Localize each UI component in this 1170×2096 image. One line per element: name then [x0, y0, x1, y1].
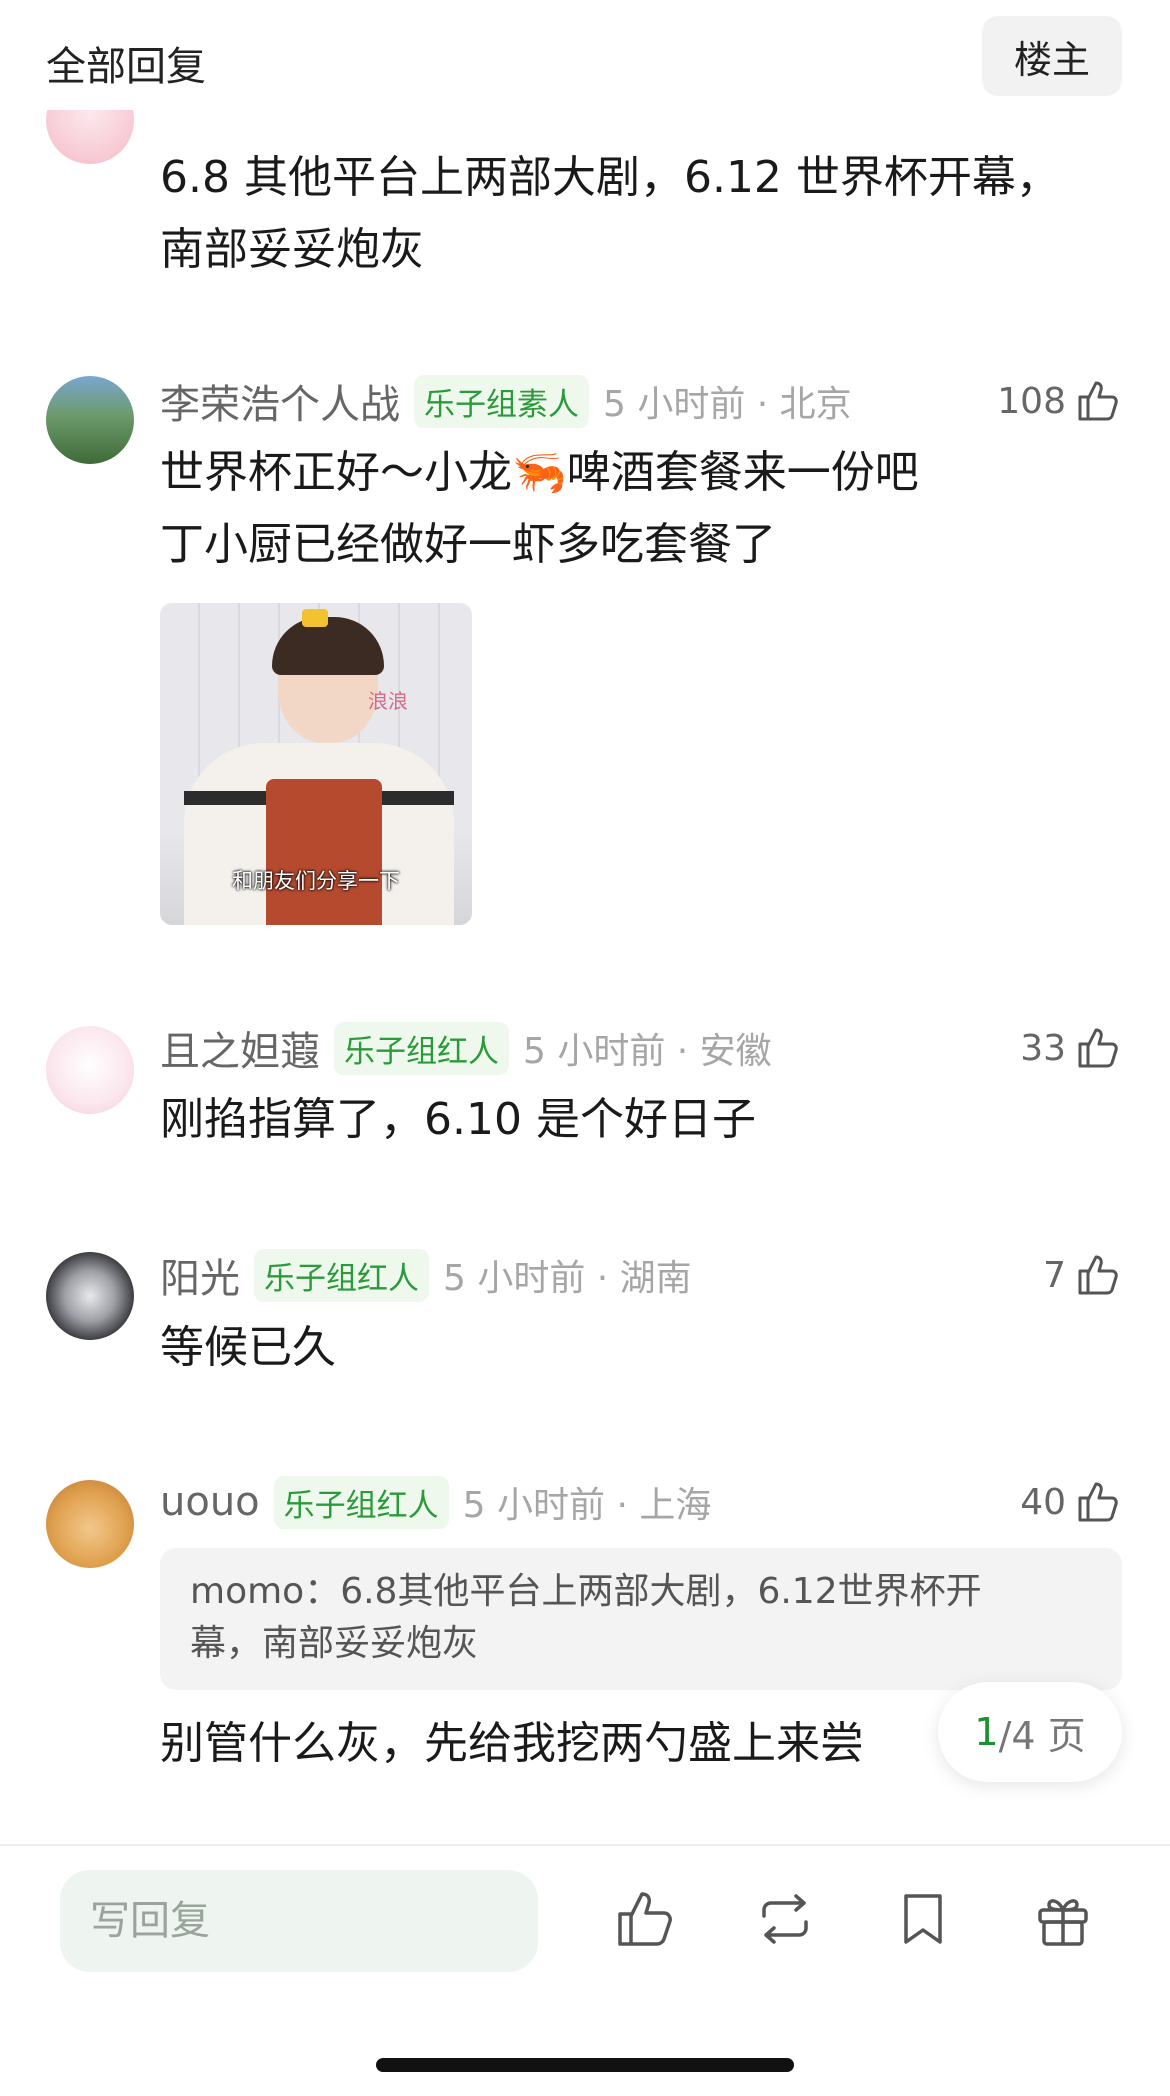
status-badge: 乐子组素人 [414, 374, 589, 428]
thumbs-up-icon [1078, 381, 1118, 421]
timestamp: 5 小时前 · 北京 [603, 384, 852, 425]
avatar[interactable] [46, 1026, 134, 1114]
image-logo-text: 浪浪 [368, 689, 408, 713]
comment-text: 刚掐指算了，6.10 是个好日子 [160, 1094, 756, 1145]
thumbs-up-icon [1078, 1255, 1118, 1295]
username[interactable]: 李荣浩个人战 [160, 372, 400, 430]
quoted-comment[interactable]: momo：6.8其他平台上两部大剧，6.12世界杯开 幕，南部妥妥炮灰 [160, 1548, 1122, 1690]
page-title: 全部回复 [46, 44, 206, 90]
like-button[interactable]: 108 [997, 373, 1122, 429]
like-button[interactable]: 33 [1020, 1020, 1122, 1076]
current-page: 1 [974, 1710, 999, 1754]
total-pages: /4 页 [998, 1713, 1086, 1758]
comment-meta: uouo 乐子组红人 5 小时前 · 上海 [160, 1474, 711, 1530]
top-header: 全部回复 楼主 [0, 0, 1170, 110]
like-icon[interactable] [612, 1886, 678, 1952]
timestamp: 5 小时前 · 上海 [462, 1485, 712, 1526]
status-badge: 乐子组红人 [273, 1475, 449, 1529]
comment-text: 6.8 其他平台上两部大剧，6.12 世界杯开幕， 南部妥妥炮灰 [160, 152, 1060, 275]
thumbs-up-icon [1078, 1482, 1118, 1522]
bottom-action-bar [0, 1844, 1170, 2096]
status-badge: 乐子组红人 [254, 1248, 429, 1302]
like-count: 40 [1020, 1481, 1066, 1523]
thumbs-up-icon [1078, 1028, 1118, 1068]
like-count: 108 [997, 380, 1066, 422]
comment-image[interactable]: 浪浪 和朋友们分享一下 [160, 603, 472, 925]
status-badge: 乐子组红人 [334, 1021, 509, 1075]
avatar[interactable] [46, 1252, 134, 1340]
gift-icon[interactable] [1030, 1886, 1096, 1952]
bookmark-icon[interactable] [890, 1886, 956, 1952]
username[interactable]: uouo [160, 1479, 260, 1525]
username[interactable]: 且之妲蕸 [160, 1019, 320, 1077]
repost-icon[interactable] [752, 1886, 818, 1952]
comment-meta: 阳光 乐子组红人 5 小时前 · 湖南 [160, 1247, 692, 1303]
owner-only-button[interactable]: 楼主 [982, 16, 1122, 96]
like-count: 33 [1020, 1027, 1066, 1069]
comment-meta: 且之妲蕸 乐子组红人 5 小时前 · 安徽 [160, 1020, 772, 1076]
like-button[interactable]: 7 [1043, 1247, 1122, 1303]
avatar[interactable] [46, 376, 134, 464]
like-count: 7 [1043, 1254, 1066, 1296]
like-button[interactable]: 40 [1020, 1474, 1122, 1530]
home-indicator [376, 2058, 794, 2072]
comment-text: 世界杯正好～小龙🦐啤酒套餐来一份吧 丁小厨已经做好一虾多吃套餐了 [160, 447, 919, 570]
avatar[interactable] [46, 1480, 134, 1568]
comment-meta: 李荣浩个人战 乐子组素人 5 小时前 · 北京 [160, 373, 852, 429]
image-caption: 和朋友们分享一下 [232, 869, 400, 893]
page-indicator[interactable]: 1/4 页 [938, 1682, 1122, 1782]
timestamp: 5 小时前 · 安徽 [523, 1031, 772, 1072]
crown-icon [302, 609, 328, 627]
comment-text: 别管什么灰，先给我挖两勺盛上来尝 [160, 1718, 864, 1769]
comment-text: 等候已久 [160, 1322, 336, 1373]
reply-input[interactable] [60, 1870, 538, 1972]
timestamp: 5 小时前 · 湖南 [443, 1258, 692, 1299]
username[interactable]: 阳光 [160, 1246, 240, 1304]
